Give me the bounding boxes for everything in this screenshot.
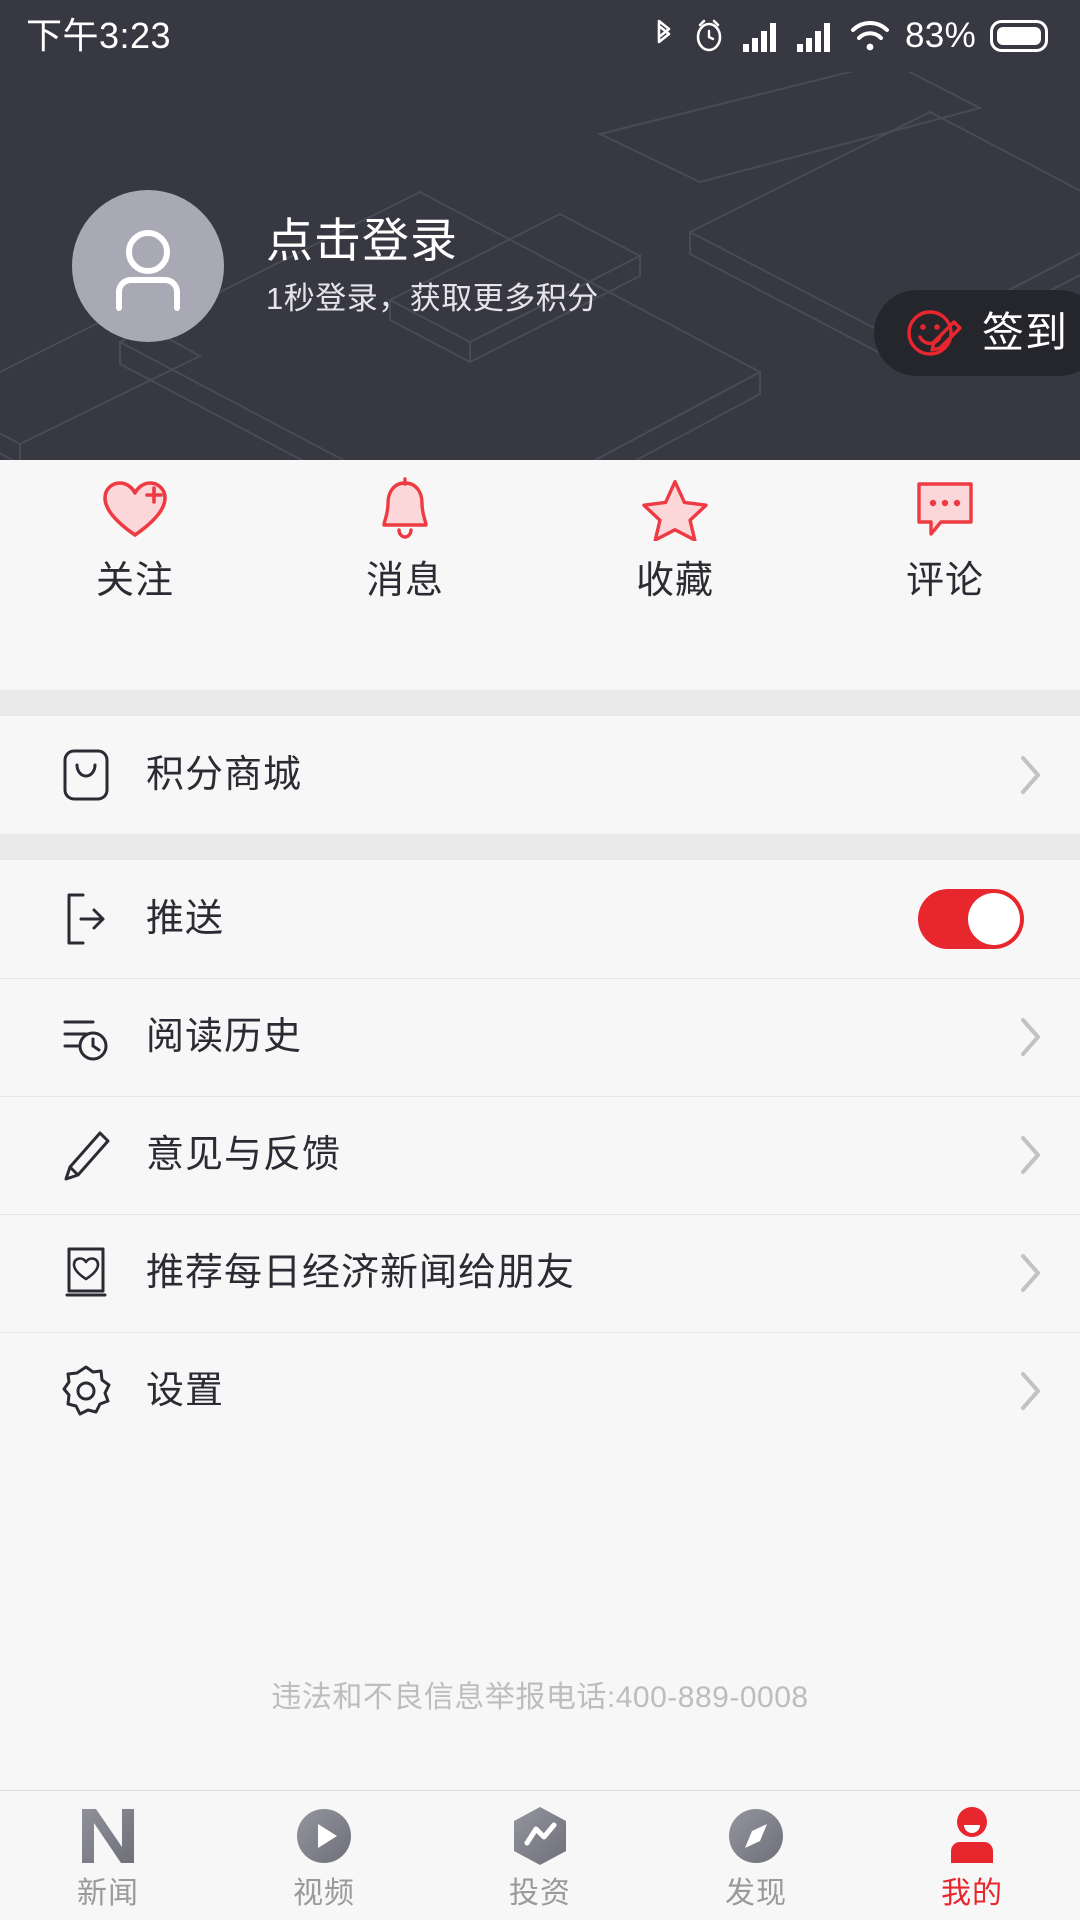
list-item-push[interactable]: 推送 xyxy=(0,860,1080,978)
quick-actions-row: 关注 消息 收藏 评论 xyxy=(0,477,1080,600)
person-icon xyxy=(942,1803,1002,1867)
list-item-feedback[interactable]: 意见与反馈 xyxy=(0,1096,1080,1214)
profile-header: 点击登录 1秒登录，获取更多积分 签到 xyxy=(0,72,1080,460)
checkin-button[interactable]: 签到 xyxy=(873,290,1080,376)
heart-plus-icon xyxy=(99,478,171,540)
quick-action-comments[interactable]: 评论 xyxy=(810,478,1080,600)
section-points: 积分商城 xyxy=(0,716,1080,834)
header-content: 点击登录 1秒登录，获取更多积分 xyxy=(0,72,1080,460)
app-screen: 下午3:23 83% 点击登录 1秒登录，获取更多积分 签到 关注 消息 收藏 … xyxy=(0,0,1080,1920)
login-title[interactable]: 点击登录 xyxy=(266,216,599,266)
push-arrow-icon xyxy=(58,891,114,947)
quick-action-label: 评论 xyxy=(905,560,984,602)
wifi-icon xyxy=(849,18,891,54)
status-bar: 下午3:23 83% xyxy=(0,0,1080,72)
section-divider xyxy=(0,834,1080,860)
chevron-right-icon xyxy=(1021,756,1040,794)
star-icon xyxy=(639,478,711,541)
checkin-label: 签到 xyxy=(981,309,1068,356)
section-divider xyxy=(0,690,1080,716)
list-item-points-mall[interactable]: 积分商城 xyxy=(0,716,1080,834)
signal-sim2-icon xyxy=(795,18,835,54)
play-circle-icon xyxy=(294,1803,354,1867)
battery-percent: 83% xyxy=(905,16,976,55)
tab-invest[interactable]: 投资 xyxy=(432,1803,648,1909)
smiley-pen-icon xyxy=(907,310,962,356)
history-clock-icon xyxy=(58,1009,114,1065)
shopping-bag-icon xyxy=(58,747,114,803)
tab-label: 新闻 xyxy=(77,1876,139,1910)
list-item-label: 阅读历史 xyxy=(146,1016,303,1058)
row-trailing xyxy=(1020,1017,1042,1057)
list-item-label: 设置 xyxy=(146,1370,225,1412)
tab-video[interactable]: 视频 xyxy=(216,1803,432,1909)
header-text-block: 点击登录 1秒登录，获取更多积分 xyxy=(266,216,599,316)
list-item-reading-history[interactable]: 阅读历史 xyxy=(0,978,1080,1096)
alarm-icon xyxy=(691,17,727,55)
battery-icon xyxy=(990,20,1050,52)
quick-action-follow[interactable]: 关注 xyxy=(0,478,270,600)
comment-bubble-icon xyxy=(911,478,979,540)
chevron-right-icon xyxy=(1021,1254,1040,1292)
tab-label: 投资 xyxy=(509,1876,571,1910)
signal-sim1-icon xyxy=(741,18,781,54)
person-avatar-icon xyxy=(116,230,180,311)
bluetooth-icon xyxy=(651,17,677,55)
quick-action-favorites[interactable]: 收藏 xyxy=(540,478,810,600)
bottom-tab-bar: 新闻 视频 投资 发现 我的 xyxy=(0,1790,1080,1920)
push-toggle[interactable] xyxy=(918,889,1024,949)
row-trailing xyxy=(1020,1253,1042,1293)
tab-discover[interactable]: 发现 xyxy=(648,1803,864,1909)
row-trailing xyxy=(1020,755,1042,795)
list-item-label: 推送 xyxy=(146,898,225,940)
quick-action-label: 消息 xyxy=(365,560,444,602)
tab-label: 视频 xyxy=(293,1876,355,1910)
login-subtitle: 1秒登录，获取更多积分 xyxy=(266,281,599,317)
row-trailing xyxy=(1020,1135,1042,1175)
tab-label: 发现 xyxy=(725,1876,787,1910)
tab-mine[interactable]: 我的 xyxy=(864,1803,1080,1909)
list-item-settings[interactable]: 设置 xyxy=(0,1332,1080,1450)
status-time: 下午3:23 xyxy=(26,15,172,56)
list-item-label: 意见与反馈 xyxy=(146,1134,342,1176)
pencil-icon xyxy=(58,1127,114,1183)
invest-hexagon-icon xyxy=(511,1803,569,1867)
heart-card-icon xyxy=(58,1245,114,1301)
avatar[interactable] xyxy=(72,190,224,342)
nbd-logo-icon xyxy=(76,1803,140,1867)
quick-action-label: 关注 xyxy=(95,560,174,602)
chevron-right-icon xyxy=(1021,1372,1040,1410)
tab-label: 我的 xyxy=(941,1876,1003,1910)
gear-icon xyxy=(58,1363,114,1419)
bell-icon xyxy=(375,477,435,540)
compass-icon xyxy=(726,1803,786,1867)
row-trailing xyxy=(918,889,1042,949)
list-item-label: 推荐每日经济新闻给朋友 xyxy=(146,1252,576,1294)
quick-action-label: 收藏 xyxy=(635,560,714,602)
status-icons: 83% xyxy=(651,16,1050,56)
row-trailing xyxy=(1020,1371,1042,1411)
toggle-knob xyxy=(968,893,1020,945)
list-item-recommend[interactable]: 推荐每日经济新闻给朋友 xyxy=(0,1214,1080,1332)
section-settings: 推送 阅读历史 意见与反馈 推荐每日经济新闻给朋友 设置 xyxy=(0,860,1080,1450)
list-item-label: 积分商城 xyxy=(146,754,303,796)
tab-news[interactable]: 新闻 xyxy=(0,1803,216,1909)
chevron-right-icon xyxy=(1021,1018,1040,1056)
report-phone-text: 违法和不良信息举报电话:400-889-0008 xyxy=(271,1681,809,1714)
chevron-right-icon xyxy=(1021,1136,1040,1174)
quick-action-messages[interactable]: 消息 xyxy=(270,477,540,602)
